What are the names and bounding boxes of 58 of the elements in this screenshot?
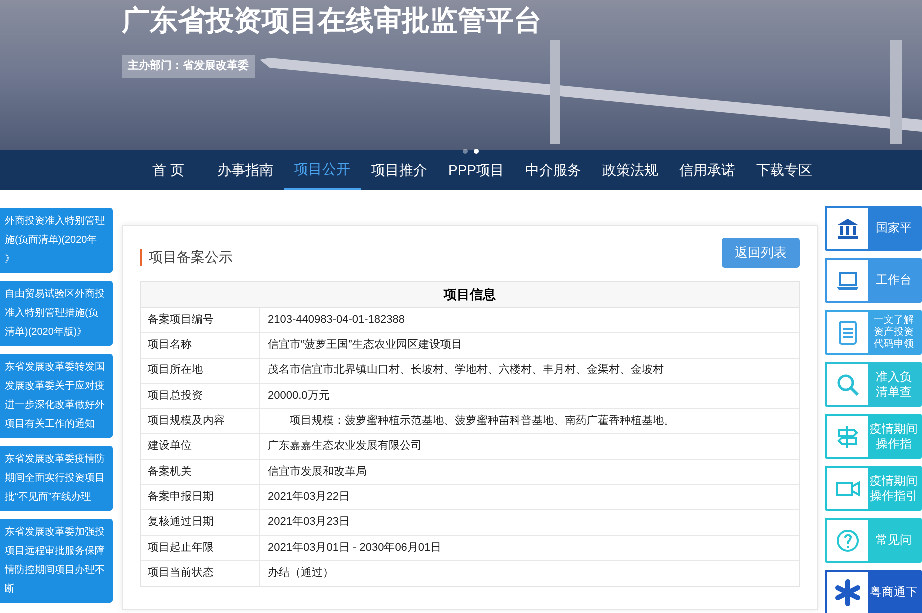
field-label: 备案项目编号 [141,308,260,332]
back-to-list-button[interactable]: 返回列表 [722,238,800,268]
sponsor-label: 主办部门：省发展改革委 [122,55,255,78]
notice-link[interactable]: 东省发展改革委疫情防 期间全面实行投资项目 批“不见面”在线办理 [0,446,113,511]
nav-link[interactable]: 信用承诺 [669,150,746,190]
field-label: 项目当前状态 [141,560,260,586]
nav-link[interactable]: 中介服务 [515,150,592,190]
nav-link[interactable]: 首 页 [130,150,207,190]
quick-link-label: 粤商通下 [869,584,919,601]
quick-link-label: 疫情期间 操作指 [869,420,919,452]
nav-link[interactable]: 项目推介 [361,150,438,190]
asterisk-icon [834,578,862,606]
field-value: 项目规模：菠萝蜜种植示范基地、菠萝蜜种苗科普基地、南药广藿香种植基地。 [289,414,675,430]
field-label: 项目起止年限 [141,536,260,560]
quick-link[interactable]: 国家平 [825,206,922,251]
notice-link[interactable]: 自由贸易试验区外商投 准入特别管理措施(负 清单)(2020年版)》 [0,281,113,346]
field-label: 项目所在地 [141,358,260,383]
quick-link-label: 一文了解 资产投资 代码申领 [873,314,915,352]
notice-link[interactable]: 东省发展改革委加强投 项目远程审批服务保障 情防控期间项目办理不 断 [0,519,113,603]
quick-link[interactable]: 工作台 [825,258,922,303]
notice-link[interactable]: 东省发展改革委转发国 发展改革委关于应对疫 进一步深化改革做好外 项目有关工作的通知 [0,354,113,438]
field-value: 茂名市信宜市北界镇山口村、长坡村、学地村、六楼村、丰月村、金渠村、金坡村 [267,362,664,378]
field-value: 信宜市“菠萝王国”生态农业园区建设项目 [267,338,462,354]
field-label: 复核通过日期 [141,510,260,535]
quick-link[interactable]: 一文了解 资产投资 代码申领 [825,310,922,355]
field-value: 20000.0万元 [267,388,330,404]
nav-link[interactable]: 政策法规 [592,150,669,190]
nav-link[interactable]: 下载专区 [746,150,823,190]
field-label: 项目规模及内容 [141,409,260,434]
field-label: 项目总投资 [141,384,260,408]
site-title: 广东省投资项目在线审批监管平台 [122,4,542,38]
quick-link-label: 疫情期间 操作指引 [869,472,919,504]
field-value: 2103-440983-04-01-182388 [267,312,406,328]
field-value: 广东嘉嘉生态农业发展有限公司 [267,438,422,454]
field-label: 建设单位 [141,434,260,459]
quick-link-label: 准入负 清单查 [875,368,913,400]
nav-link[interactable]: PPP项目 [438,150,515,190]
notice-link[interactable]: 外商投资准入特别管理 施(负面清单)(2020年 》 [0,208,113,273]
quick-link[interactable]: 常见问 [825,518,922,563]
quick-link-label: 国家平 [875,220,913,237]
quick-link[interactable]: 准入负 清单查 [825,362,922,407]
nav-link[interactable]: 项目公开 [284,150,361,190]
field-value: 2021年03月01日 - 2030年06月01日 [267,540,442,556]
field-label: 项目名称 [141,333,260,358]
nav-link[interactable]: 办事指南 [207,150,284,190]
field-value: 信宜市发展和改革局 [267,464,367,480]
quick-link[interactable]: 粤商通下 [825,570,922,613]
quick-link-label: 工作台 [875,272,913,289]
quick-link[interactable]: 疫情期间 操作指 [825,414,922,459]
section-title: 项目备案公示 [140,248,233,266]
quick-link[interactable]: 疫情期间 操作指引 [825,466,922,511]
field-value: 2021年03月23日 [267,515,350,530]
field-label: 备案机关 [141,460,260,484]
field-value: 2021年03月22日 [267,490,350,505]
field-value: 办结（通过） [267,566,334,582]
quick-link-label: 常见问 [875,532,913,549]
table-title: 项目信息 [141,282,799,308]
field-label: 备案申报日期 [141,485,260,510]
